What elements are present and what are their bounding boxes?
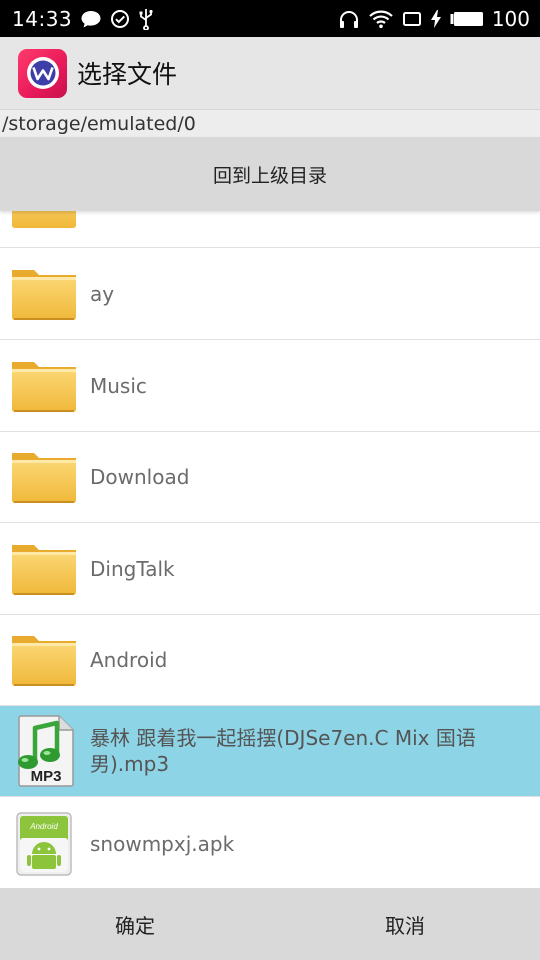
file-name: 暴林 跟着我一起摇摆(DJSe7en.C Mix 国语男).mp3 <box>90 726 476 776</box>
screen-rotate-icon <box>402 10 422 28</box>
chat-bubble-icon <box>80 9 102 29</box>
check-circle-icon <box>110 9 130 29</box>
usb-icon <box>138 8 154 30</box>
headphones-icon <box>338 9 360 29</box>
list-item[interactable]: Android <box>0 615 540 706</box>
title-bar: 选择文件 <box>0 37 540 109</box>
folder-icon <box>9 259 79 329</box>
list-item[interactable]: Download <box>0 432 540 523</box>
list-item[interactable]: ay <box>0 249 540 340</box>
file-name: Android <box>90 648 168 672</box>
battery-icon <box>450 11 484 27</box>
folder-icon <box>9 442 79 512</box>
list-item[interactable]: DingTalk <box>0 524 540 615</box>
list-item[interactable]: Music <box>0 341 540 432</box>
folder-icon <box>9 351 79 421</box>
list-item[interactable] <box>0 211 540 248</box>
list-item-selected[interactable]: MP3 暴林 跟着我一起摇摆(DJSe7en.C Mix 国语男).mp3 <box>0 706 540 797</box>
cancel-button[interactable]: 取消 <box>270 888 540 960</box>
page-title: 选择文件 <box>77 60 178 89</box>
svg-text:MP3: MP3 <box>31 768 62 785</box>
status-bar: 14:33 100 <box>0 0 540 37</box>
current-path: /storage/emulated/0 <box>0 109 540 137</box>
file-name: DingTalk <box>90 557 175 581</box>
folder-icon <box>9 534 79 604</box>
status-bar-left: 14:33 <box>12 7 154 31</box>
file-list[interactable]: ay Music Download DingTalk Android MP3 暴… <box>0 211 540 888</box>
svg-text:Android: Android <box>29 822 58 831</box>
status-time: 14:33 <box>12 6 73 31</box>
folder-icon <box>9 211 79 237</box>
list-item[interactable]: Android snowmpxj.apk <box>0 798 540 888</box>
wifi-icon <box>368 9 394 29</box>
folder-icon <box>9 625 79 695</box>
file-name: snowmpxj.apk <box>90 831 235 856</box>
bottom-action-bar: 确定 取消 <box>0 888 540 960</box>
charging-icon <box>430 9 442 29</box>
confirm-button[interactable]: 确定 <box>0 888 270 960</box>
battery-level: 100 <box>491 6 530 31</box>
file-name: ay <box>90 282 115 306</box>
file-name: Music <box>90 374 147 398</box>
mp3-file-icon: MP3 <box>9 715 79 787</box>
apk-file-icon: Android <box>9 809 79 879</box>
app-logo-icon <box>18 48 67 98</box>
status-bar-right: 100 <box>338 7 530 31</box>
file-name: Download <box>90 465 190 489</box>
parent-directory-button[interactable]: 回到上级目录 <box>0 137 540 211</box>
